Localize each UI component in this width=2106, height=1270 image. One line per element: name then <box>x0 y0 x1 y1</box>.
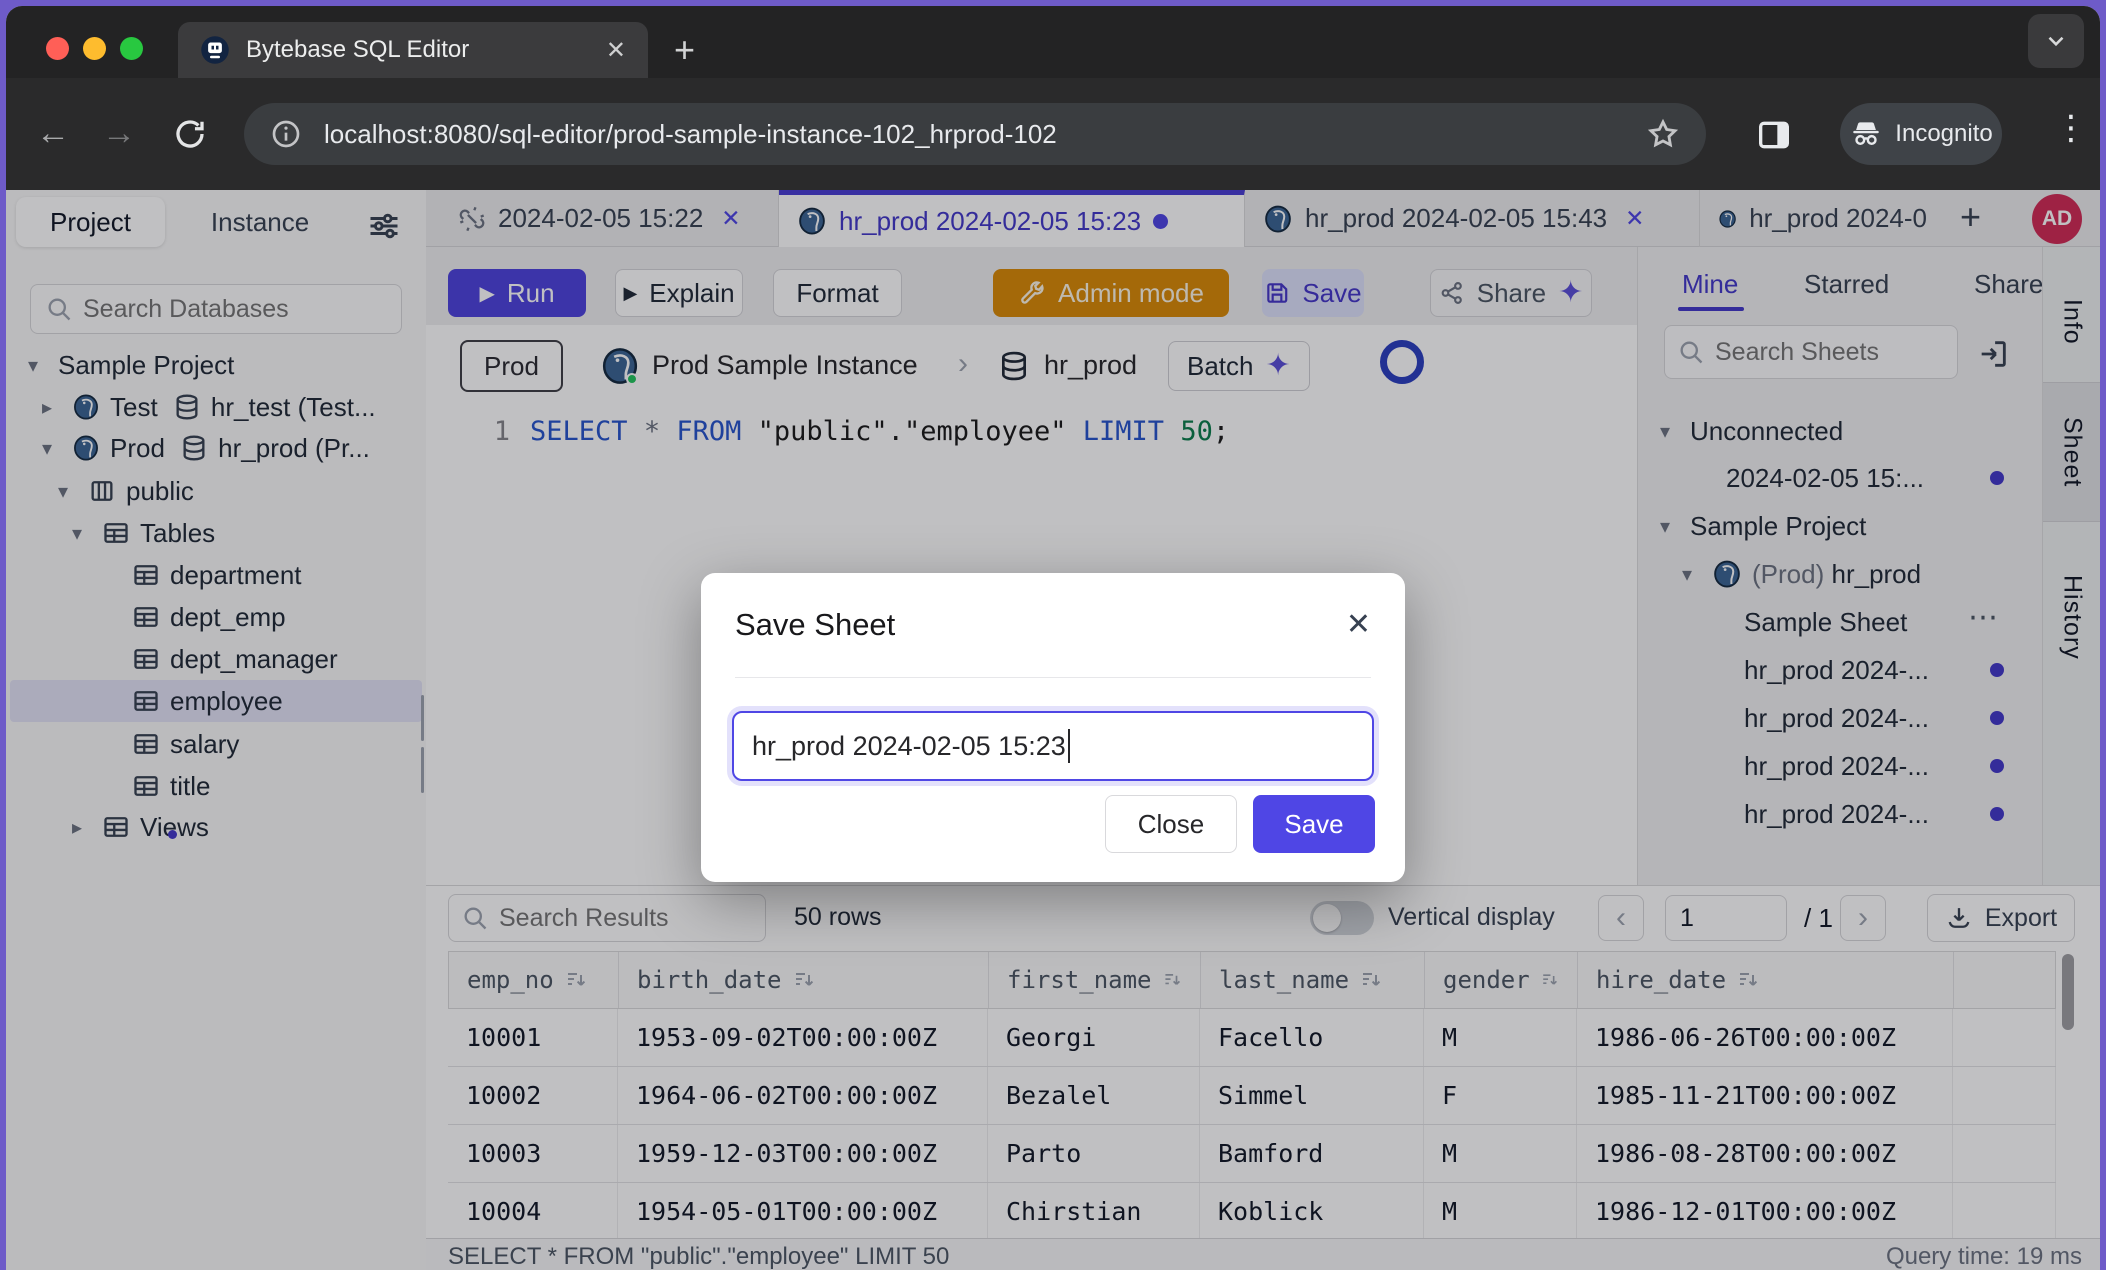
new-tab-button[interactable]: + <box>674 34 695 66</box>
browser-tab-close-icon[interactable]: ✕ <box>606 36 626 65</box>
macos-minimize-button[interactable] <box>83 37 106 60</box>
side-panel-icon[interactable] <box>1754 115 1794 155</box>
browser-menu-icon[interactable]: ⋮ <box>2054 108 2088 148</box>
macos-zoom-button[interactable] <box>120 37 143 60</box>
dialog-save-button[interactable]: Save <box>1253 795 1375 853</box>
bookmark-star-icon[interactable] <box>1646 117 1680 151</box>
browser-address-bar: ← → localhost:8080/sql-editor/prod-sampl… <box>6 78 2100 190</box>
text-cursor <box>1068 729 1070 763</box>
back-icon[interactable]: ← <box>36 114 70 153</box>
tab-search-chevron-button[interactable] <box>2028 14 2084 68</box>
dialog-close-icon[interactable]: ✕ <box>1346 607 1371 642</box>
macos-close-button[interactable] <box>46 37 69 60</box>
screenshot-root: Bytebase SQL Editor ✕ + ← → localhost:80… <box>0 0 2106 1270</box>
save-sheet-dialog: Save Sheet ✕ hr_prod 2024-02-05 15:23 Cl… <box>701 573 1405 882</box>
sheet-name-value: hr_prod 2024-02-05 15:23 <box>752 731 1066 762</box>
url-bar[interactable]: localhost:8080/sql-editor/prod-sample-in… <box>244 103 1706 165</box>
incognito-icon <box>1849 117 1883 151</box>
bytebase-favicon <box>200 35 230 65</box>
chevron-down-icon <box>2043 28 2069 54</box>
browser-tab[interactable]: Bytebase SQL Editor ✕ <box>178 22 648 78</box>
bytebase-sql-editor-app: Project Instance ▾ Sample Project ▸ Test <box>6 190 2100 1270</box>
forward-icon[interactable]: → <box>102 114 136 153</box>
browser-tab-title: Bytebase SQL Editor <box>246 36 590 64</box>
reload-icon[interactable] <box>172 116 208 152</box>
dialog-divider <box>735 677 1371 678</box>
dialog-title: Save Sheet <box>735 607 895 643</box>
incognito-label: Incognito <box>1895 120 1992 148</box>
browser-window: Bytebase SQL Editor ✕ + ← → localhost:80… <box>6 6 2100 1270</box>
sheet-name-input[interactable]: hr_prod 2024-02-05 15:23 <box>732 711 1374 781</box>
incognito-badge: Incognito <box>1840 103 2002 165</box>
url-text: localhost:8080/sql-editor/prod-sample-in… <box>324 119 1624 150</box>
site-info-icon[interactable] <box>270 118 302 150</box>
dialog-close-button[interactable]: Close <box>1105 795 1237 853</box>
browser-titlebar: Bytebase SQL Editor ✕ + <box>6 6 2100 78</box>
